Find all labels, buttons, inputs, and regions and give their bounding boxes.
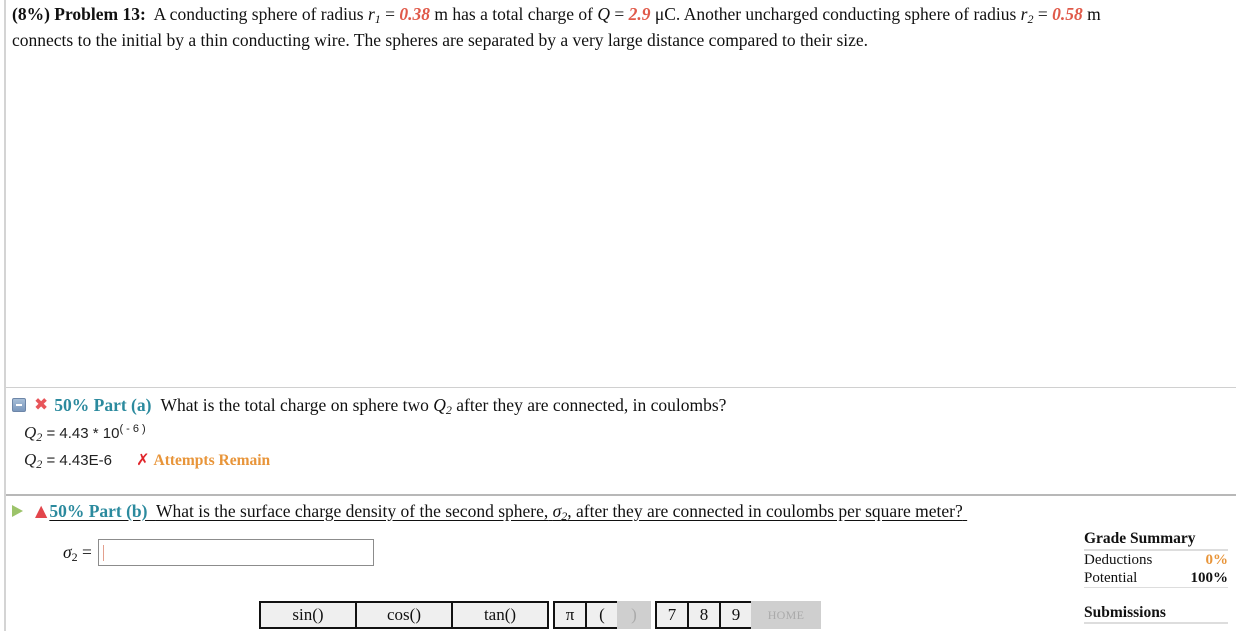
deductions-value: 0% [1205,552,1229,568]
potential-row: Potential 100% [1084,570,1229,588]
part-a-question: What is the total charge on sphere two Q… [160,394,727,417]
answer-input[interactable] [97,539,374,566]
part-b-section: ▲ 50% Part (b) What is the surface charg… [12,499,1072,523]
submissions-panel: Submissions [1084,604,1228,624]
warning-icon: ▲ [35,501,48,520]
key-7[interactable]: 7 [655,601,689,629]
key-pi[interactable]: π [553,601,587,629]
key-sin[interactable]: sin() [259,601,357,629]
part-a-label[interactable]: 50% Part (a) [54,395,151,416]
left-border [4,0,6,631]
submissions-title: Submissions [1084,604,1228,624]
collapse-icon[interactable] [12,398,26,412]
calculator-keypad: sin() cos() tan() π ( ) 7 8 9 HOME [259,601,821,629]
sigma-label: σ2 = [63,542,92,564]
key-open-paren[interactable]: ( [585,601,619,629]
divider [6,387,1236,388]
problem-statement: (8%) Problem 13: A conducting sphere of … [12,1,1232,53]
grade-summary-title: Grade Summary [1084,530,1228,551]
equals: = [1037,4,1048,24]
wrong-mark-icon: ✗ [136,450,150,469]
part-b-answer-row: σ2 = [63,539,374,566]
key-home[interactable]: HOME [751,601,821,629]
part-a-section: ✖ 50% Part (a) What is the total charge … [12,393,1232,474]
deductions-row: Deductions 0% [1084,552,1229,568]
divider [6,494,1236,496]
part-a-header: ✖ 50% Part (a) What is the total charge … [12,393,1232,417]
attempts-remain-status: Attempts Remain [153,452,271,469]
r2-var: r2 [1020,4,1034,26]
q-var: Q [597,4,610,24]
part-a-answer-expression: Q2 = 4.43 * 10( - 6 ) [24,423,146,444]
problem-weight: (8%) [12,4,50,24]
equals: = [385,4,396,24]
r1-var: r1 [367,4,381,26]
r1-value: 0.38 [399,4,431,24]
problem-text-2: connects to the initial by a thin conduc… [12,30,869,50]
part-b-header: ▲ 50% Part (b) What is the surface charg… [12,499,1072,523]
text-caret [102,545,104,561]
key-close-paren[interactable]: ) [617,601,651,629]
r2-unit: m [1087,4,1101,24]
r2-value: 0.58 [1052,4,1083,24]
r1-unit: m has a total charge of [434,4,593,24]
play-arrow-icon [12,505,23,517]
part-b-title[interactable]: 50% Part (b) What is the surface charge … [49,501,967,522]
problem-text-1: A conducting sphere of radius [153,4,364,24]
problem-title: Problem 13: [54,4,146,24]
potential-value: 100% [1190,570,1229,586]
key-9[interactable]: 9 [719,601,753,629]
equals: = [614,4,625,24]
key-tan[interactable]: tan() [451,601,549,629]
key-cos[interactable]: cos() [355,601,453,629]
part-a-answer-value: Q2 = 4.43E-6 ✗ Attempts Remain [24,450,271,471]
q-value: 2.9 [628,4,651,24]
incorrect-x-icon: ✖ [34,394,49,415]
q-unit: μC. Another uncharged conducting sphere … [654,4,1017,24]
key-8[interactable]: 8 [687,601,721,629]
grade-summary: Grade Summary Deductions 0% Potential 10… [1084,530,1228,588]
